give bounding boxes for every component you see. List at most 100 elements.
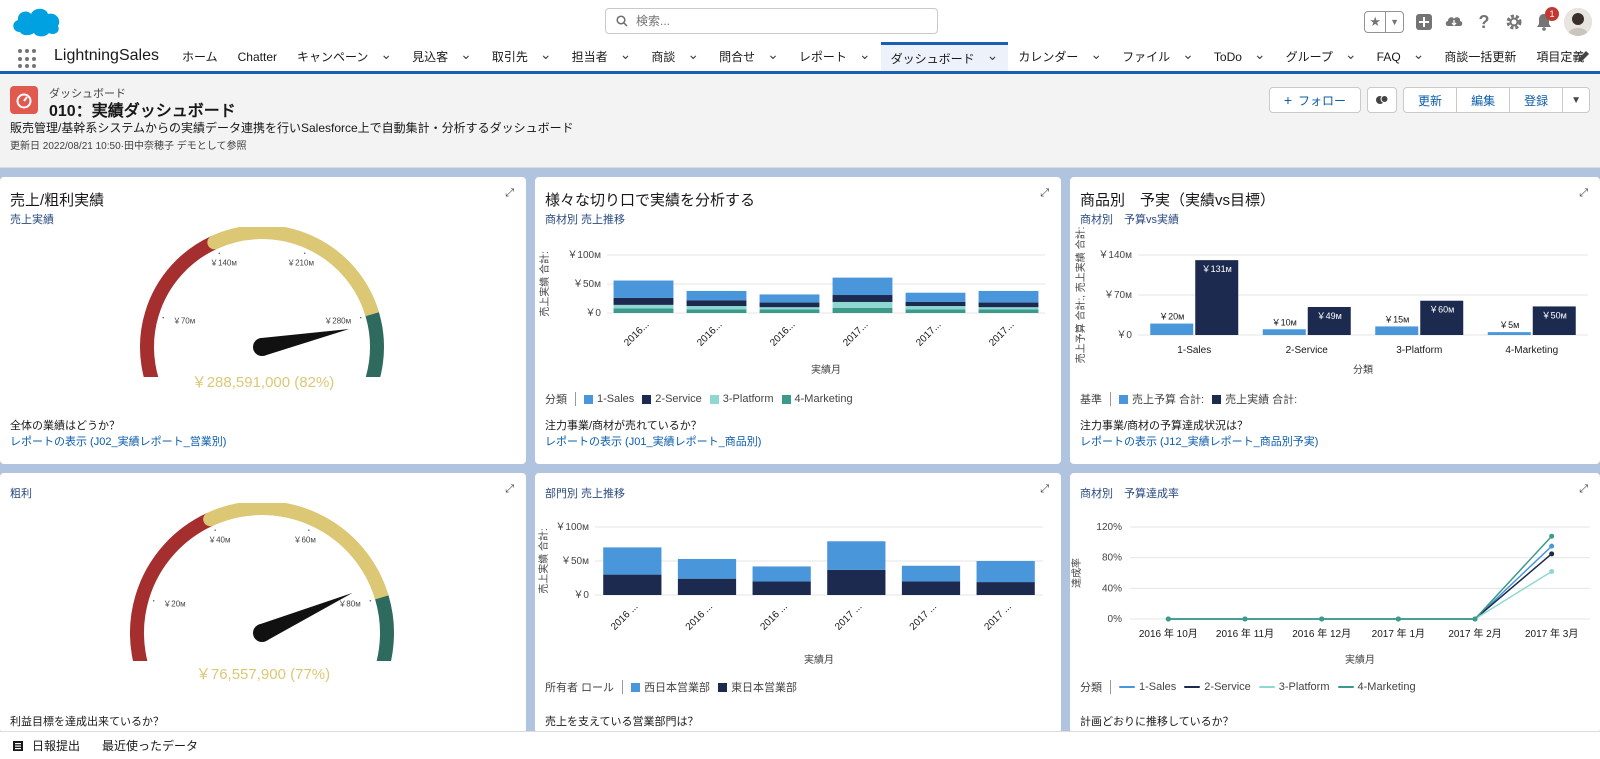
legend-item[interactable]: 東日本営業部: [718, 679, 797, 695]
chevron-down-icon[interactable]: ⌄: [380, 47, 392, 61]
global-search[interactable]: [605, 8, 938, 34]
chevron-down-icon[interactable]: ⌄: [859, 47, 871, 61]
y-axis-label: 売上実績 合計:: [538, 251, 551, 317]
x-tick-label: 2016...: [768, 319, 797, 348]
legend-item[interactable]: 3-Platform: [1258, 681, 1330, 693]
gauge-needle: [258, 592, 353, 642]
expand-icon[interactable]: ⤢: [1579, 187, 1588, 200]
collaborate-button[interactable]: [1367, 87, 1398, 113]
nav-tab-1[interactable]: Chatter: [228, 42, 287, 71]
chevron-down-icon[interactable]: ⌄: [1090, 47, 1102, 61]
legend-item[interactable]: 1-Sales: [1119, 681, 1176, 693]
y-tick-label: ￥0: [585, 308, 601, 319]
chevron-down-icon[interactable]: ⌄: [687, 47, 699, 61]
product-sales-trend-chart: ￥0 ￥50м ￥100м 売上実績 合計: 2016... 2016... 2016...…: [538, 250, 1045, 376]
gauge-tick: [162, 316, 165, 319]
salesforce-cloud-logo[interactable]: [10, 4, 62, 38]
app-launcher-icon[interactable]: [18, 49, 38, 69]
follow-button[interactable]: + フォロー: [1268, 87, 1362, 113]
legend-item[interactable]: 2-Service: [642, 393, 702, 405]
chevron-down-icon[interactable]: ⌄: [1345, 47, 1357, 61]
x-tick-label: 2017 年 1月: [1372, 627, 1425, 640]
gauge-tick: [303, 252, 306, 255]
recent-items-utility[interactable]: 最近使ったデータ: [102, 737, 198, 754]
legend-item[interactable]: 4-Marketing: [1337, 681, 1416, 693]
nav-tab-15[interactable]: 商談一括更新: [1434, 42, 1526, 71]
expand-icon[interactable]: ⤢: [505, 187, 514, 200]
gauge-value-label: ￥76,557,900 (77%): [195, 666, 331, 683]
view-report-link[interactable]: レポートの表示 (J12_実績レポート_商品別予実): [1080, 433, 1318, 449]
chart-legend: 所有者 ロール 西日本営業部 東日本営業部: [545, 679, 797, 695]
view-report-link[interactable]: レポートの表示 (J01_実績レポート_商品別): [545, 433, 761, 449]
nav-tab-14[interactable]: FAQ ⌄: [1367, 42, 1435, 71]
x-tick-label: 2016 ...: [758, 601, 789, 632]
search-input[interactable]: [636, 14, 916, 28]
bar-segment: [613, 297, 674, 305]
edit-nav-pencil-icon[interactable]: [1576, 50, 1590, 64]
x-tick-label: 2016 年 10月: [1139, 627, 1198, 640]
expand-icon[interactable]: ⤢: [1040, 187, 1049, 200]
more-actions-button[interactable]: ▼: [1562, 87, 1590, 113]
plus-icon: [1416, 14, 1432, 30]
legend-item[interactable]: 4-Marketing: [781, 393, 853, 405]
view-report-link[interactable]: レポートの表示 (J02_実績レポート_営業別): [10, 433, 226, 449]
nav-tab-2[interactable]: キャンペーン ⌄: [287, 42, 402, 71]
legend-item[interactable]: 売上予算 合計:: [1119, 391, 1204, 407]
help-button[interactable]: ?: [1474, 12, 1494, 32]
nav-tab-11[interactable]: ファイル ⌄: [1112, 42, 1204, 71]
legend-item[interactable]: 3-Platform: [709, 393, 774, 405]
nav-tab-9[interactable]: ダッシュボード ⌄: [880, 42, 1009, 71]
setup-button[interactable]: [1504, 12, 1524, 32]
edit-button[interactable]: 編集: [1456, 87, 1511, 113]
legend-swatch: [709, 394, 719, 404]
legend-item[interactable]: 2-Service: [1184, 681, 1251, 693]
nav-tab-17[interactable]: 見積⌄: [1594, 42, 1600, 71]
legend-item[interactable]: 西日本営業部: [631, 679, 710, 695]
chevron-down-icon[interactable]: ⌄: [767, 47, 779, 61]
trailhead-button[interactable]: [1444, 12, 1464, 32]
y-tick-label: 40%: [1102, 583, 1122, 594]
chevron-down-icon[interactable]: ⌄: [620, 47, 632, 61]
widget-subtitle: 部門別 売上推移: [545, 488, 626, 500]
x-tick-label: 2-Service: [1286, 345, 1329, 356]
chevron-down-icon[interactable]: ⌄: [1254, 47, 1266, 61]
subscribe-button[interactable]: 登録: [1509, 87, 1564, 113]
daily-report-utility[interactable]: 日報提出: [12, 737, 80, 754]
chevron-down-icon[interactable]: ⌄: [460, 47, 472, 61]
refresh-button[interactable]: 更新: [1403, 87, 1458, 113]
notifications-button[interactable]: 1: [1534, 7, 1559, 32]
bar-segment: [613, 280, 674, 298]
bar-segment: [759, 307, 820, 310]
favorites-button[interactable]: ★ ▼: [1364, 11, 1404, 33]
widget-question: 全体の業績はどうか？: [10, 420, 120, 432]
expand-icon[interactable]: ⤢: [505, 483, 514, 496]
nav-tab-8[interactable]: レポート ⌄: [789, 42, 881, 71]
nav-tab-7[interactable]: 問合せ ⌄: [709, 42, 789, 71]
chevron-down-icon[interactable]: ⌄: [1182, 47, 1194, 61]
data-label: ￥50м: [1542, 310, 1567, 320]
bar-segment: [677, 578, 737, 595]
expand-icon[interactable]: ⤢: [1579, 483, 1588, 496]
expand-icon[interactable]: ⤢: [1040, 483, 1049, 496]
legend-item[interactable]: 売上実績 合計:: [1212, 391, 1297, 407]
chevron-down-icon[interactable]: ⌄: [1413, 47, 1425, 61]
nav-tab-3[interactable]: 見込客 ⌄: [402, 42, 482, 71]
nav-tab-4[interactable]: 取引先 ⌄: [482, 42, 562, 71]
widget-subtitle: 商材別 予算達成率: [1080, 488, 1179, 500]
bar-segment: [686, 290, 747, 301]
chevron-down-icon[interactable]: ⌄: [987, 48, 999, 62]
bar-segment: [905, 309, 966, 313]
bar-segment: [978, 307, 1039, 310]
nav-tab-13[interactable]: グループ ⌄: [1276, 42, 1367, 71]
gauge-needle-hub: [253, 338, 271, 356]
nav-tab-12[interactable]: ToDo ⌄: [1204, 42, 1276, 71]
nav-tab-6[interactable]: 商談 ⌄: [641, 42, 709, 71]
chevron-down-icon[interactable]: ⌄: [540, 47, 552, 61]
user-avatar[interactable]: [1564, 8, 1592, 36]
global-actions-button[interactable]: [1414, 12, 1434, 32]
nav-tab-10[interactable]: カレンダー ⌄: [1008, 42, 1112, 71]
data-point: [1395, 616, 1401, 622]
legend-item[interactable]: 1-Sales: [584, 393, 634, 405]
nav-tab-5[interactable]: 担当者 ⌄: [562, 42, 642, 71]
nav-tab-0[interactable]: ホーム: [172, 42, 228, 71]
